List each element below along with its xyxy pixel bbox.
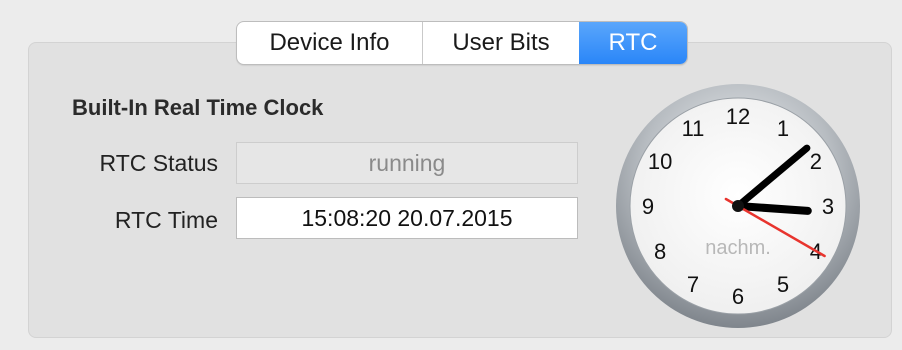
- clock-number-10: 10: [648, 149, 672, 174]
- clock-center-pin: [732, 200, 744, 212]
- tab-bar: Device Info User Bits RTC: [236, 21, 688, 65]
- clock-number-9: 9: [642, 194, 654, 219]
- clock-number-3: 3: [822, 194, 834, 219]
- clock-number-1: 1: [777, 116, 789, 141]
- clock-period: nachm.: [705, 237, 771, 259]
- tab-device-info[interactable]: Device Info: [237, 22, 422, 64]
- section-title: Built-In Real Time Clock: [72, 95, 324, 120]
- clock-number-5: 5: [777, 272, 789, 297]
- rtc-time-field[interactable]: 15:08:20 20.07.2015: [236, 197, 578, 239]
- tab-user-bits[interactable]: User Bits: [422, 22, 579, 64]
- clock-number-12: 12: [726, 104, 750, 129]
- clock-number-8: 8: [654, 239, 666, 264]
- analog-clock: 121234567891011 nachm.: [616, 84, 860, 328]
- clock-number-6: 6: [732, 284, 744, 309]
- clock-number-2: 2: [810, 149, 822, 174]
- rtc-status-field: running: [236, 142, 578, 184]
- tab-rtc[interactable]: RTC: [579, 22, 687, 64]
- clock-number-7: 7: [687, 272, 699, 297]
- rtc-time-label: RTC Time: [114, 207, 218, 233]
- clock-number-11: 11: [682, 116, 705, 141]
- rtc-status-label: RTC Status: [99, 150, 218, 176]
- hour-hand: [734, 202, 812, 215]
